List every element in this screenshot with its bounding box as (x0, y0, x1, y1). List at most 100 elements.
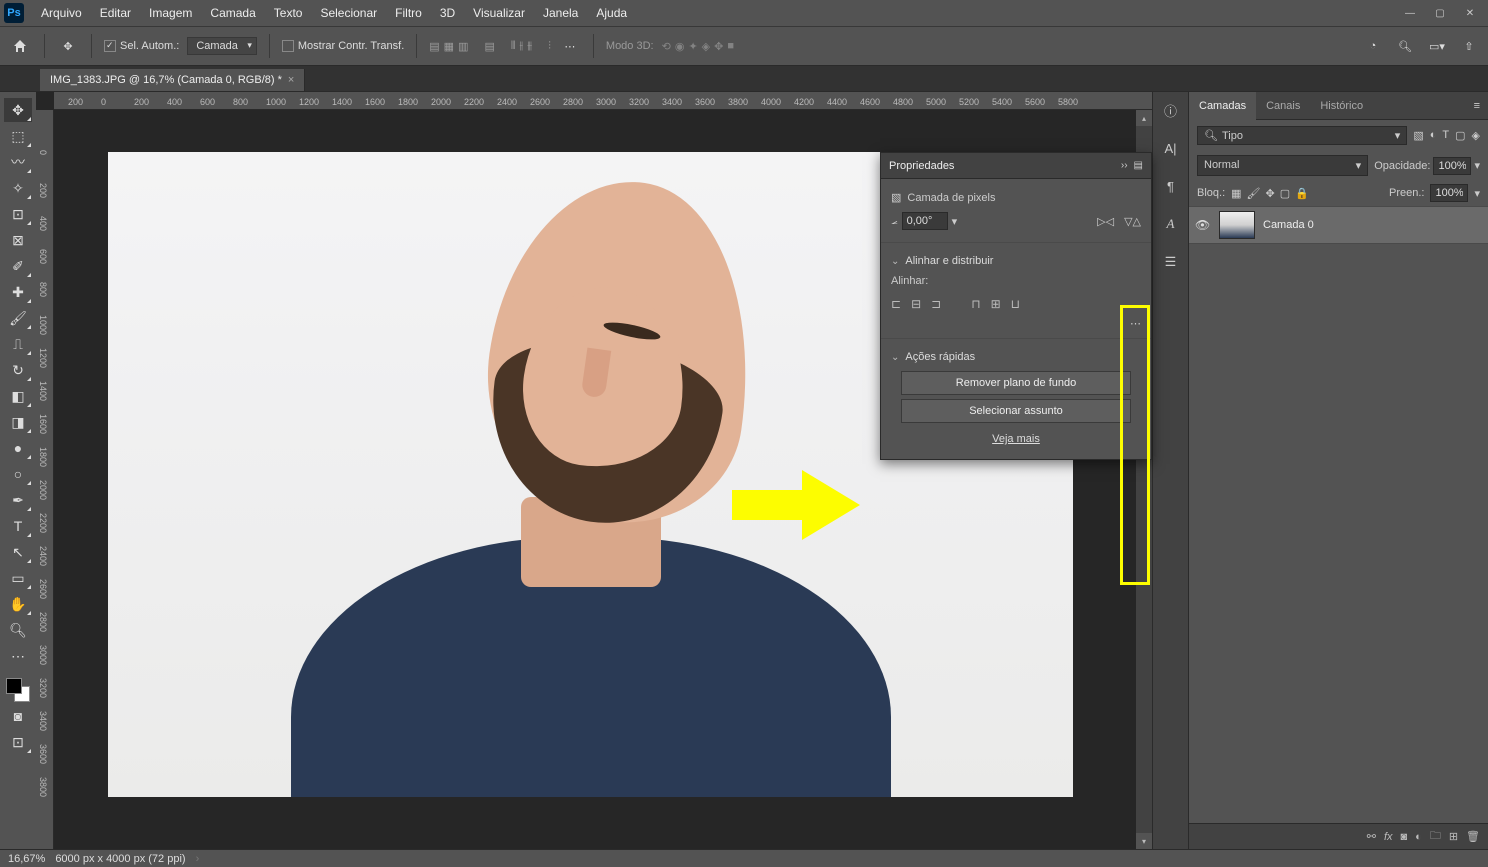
align-horizontal-centers-icon[interactable]: ⊟ (911, 297, 921, 311)
lock-position-icon[interactable]: ✥ (1266, 187, 1275, 200)
layer-filter-type-dropdown[interactable]: 🔍︎ Tipo ▾ (1197, 126, 1407, 145)
flip-vertical-icon[interactable]: ▽△ (1124, 215, 1141, 228)
window-minimize[interactable]: — (1396, 3, 1424, 23)
info-panel-icon[interactable]: ⓘ (1159, 98, 1183, 122)
search-icon[interactable]: 🔍︎ (1394, 35, 1416, 57)
new-layer-icon[interactable]: ⊞ (1449, 830, 1458, 843)
window-maximize[interactable]: ▢ (1426, 3, 1454, 23)
filter-pixel-icon[interactable]: ▧ (1413, 129, 1423, 142)
paragraph-panel-icon[interactable]: ¶ (1159, 174, 1183, 198)
align-section-header[interactable]: Alinhar e distribuir (891, 251, 1141, 271)
filter-adjustment-icon[interactable]: ◐ (1430, 129, 1437, 142)
scroll-up-arrow[interactable]: ▴ (1136, 110, 1152, 126)
layer-effects-icon[interactable]: fx (1384, 831, 1393, 843)
scroll-down-arrow[interactable]: ▾ (1136, 833, 1152, 849)
eraser-tool[interactable]: ◧ (4, 384, 32, 408)
align-vertical-centers-icon[interactable]: ⊞ (991, 297, 1001, 311)
home-button[interactable] (8, 34, 32, 58)
eyedropper-tool[interactable]: ✐ (4, 254, 32, 278)
layer-visibility-icon[interactable]: 👁 (1195, 218, 1211, 232)
vertical-ruler[interactable]: 0 200 400 600 800 1000 1200 1400 1600 18… (36, 110, 54, 849)
hand-tool[interactable]: ✋ (4, 592, 32, 616)
quick-actions-header[interactable]: Ações rápidas (891, 347, 1141, 367)
menu-image[interactable]: Imagem (140, 0, 201, 26)
channels-tab[interactable]: Canais (1256, 92, 1310, 120)
quick-mask-toggle[interactable]: ◙ (4, 704, 32, 728)
type-tool[interactable]: T (4, 514, 32, 538)
align-right-edges-icon[interactable]: ⊐ (931, 297, 941, 311)
new-fill-adjustment-icon[interactable]: ◐ (1415, 831, 1422, 843)
document-info[interactable]: 6000 px x 4000 px (72 ppi) (55, 853, 185, 865)
panel-layout-icon[interactable]: ▤ (1134, 160, 1143, 171)
blend-mode-dropdown[interactable]: Normal ▾ (1197, 155, 1368, 176)
filter-shape-icon[interactable]: ▢ (1455, 129, 1465, 142)
panel-menu-icon[interactable]: ≡ (1466, 100, 1488, 112)
layer-thumbnail[interactable] (1219, 211, 1255, 239)
cloud-user-icon[interactable]: ◔ (1362, 35, 1384, 57)
document-tab[interactable]: IMG_1383.JPG @ 16,7% (Camada 0, RGB/8) *… (40, 69, 305, 91)
character-panel-icon[interactable]: A| (1159, 136, 1183, 160)
adjustments-panel-icon[interactable]: ☰ (1159, 250, 1183, 274)
auto-select-checkbox[interactable]: Sel. Autom.: (104, 40, 179, 52)
link-layers-icon[interactable]: ⚯ (1367, 830, 1376, 843)
foreground-color-swatch[interactable] (6, 678, 22, 694)
edit-toolbar[interactable]: ⋯ (4, 644, 32, 668)
filter-smart-icon[interactable]: ◈ (1472, 129, 1480, 142)
properties-panel-header[interactable]: Propriedades ›› ▤ (881, 153, 1151, 179)
crop-tool[interactable]: ⊡ (4, 202, 32, 226)
menu-window[interactable]: Janela (534, 0, 587, 26)
layer-name[interactable]: Camada 0 (1263, 219, 1314, 231)
lock-artboard-icon[interactable]: ▢ (1280, 187, 1290, 200)
flip-horizontal-icon[interactable]: ▷◁ (1097, 215, 1114, 228)
align-top-edges-icon[interactable]: ⊓ (971, 297, 980, 311)
brush-tool[interactable]: 🖌 (4, 306, 32, 330)
menu-layer[interactable]: Camada (201, 0, 264, 26)
color-swatches[interactable] (6, 678, 30, 702)
angle-dropdown-icon[interactable]: ▾ (952, 215, 958, 228)
layer-row[interactable]: 👁 Camada 0 (1189, 206, 1488, 244)
menu-view[interactable]: Visualizar (464, 0, 534, 26)
blur-tool[interactable]: ● (4, 436, 32, 460)
zoom-level[interactable]: 16,67% (8, 853, 45, 865)
new-group-icon[interactable]: 🗀 (1430, 827, 1441, 846)
menu-select[interactable]: Selecionar (311, 0, 386, 26)
frame-tool[interactable]: ⊠ (4, 228, 32, 252)
menu-help[interactable]: Ajuda (587, 0, 636, 26)
filter-type-icon[interactable]: T (1442, 129, 1449, 142)
fill-flyout-icon[interactable]: ▾ (1474, 187, 1480, 200)
auto-select-mode-dropdown[interactable]: Camada (187, 37, 257, 55)
lasso-tool[interactable]: 〰 (4, 150, 32, 174)
gradient-tool[interactable]: ◨ (4, 410, 32, 434)
opacity-input[interactable] (1433, 157, 1471, 175)
fill-input[interactable] (1430, 184, 1468, 202)
menu-text[interactable]: Texto (265, 0, 312, 26)
menu-edit[interactable]: Editar (91, 0, 140, 26)
see-more-link[interactable]: Veja mais (891, 427, 1141, 451)
magic-wand-tool[interactable]: ✧ (4, 176, 32, 200)
opacity-flyout-icon[interactable]: ▾ (1474, 159, 1480, 172)
clone-stamp-tool[interactable]: ⎍ (4, 332, 32, 356)
more-options-icon[interactable]: ⋯ (559, 35, 581, 57)
healing-brush-tool[interactable]: ✚ (4, 280, 32, 304)
window-close[interactable]: ✕ (1456, 3, 1484, 23)
zoom-tool[interactable]: 🔍︎ (4, 618, 32, 642)
lock-transparent-icon[interactable]: ▦ (1231, 187, 1241, 200)
close-tab-icon[interactable]: × (288, 74, 294, 86)
align-bottom-edges-icon[interactable]: ⊔ (1011, 297, 1020, 311)
history-tab[interactable]: Histórico (1310, 92, 1373, 120)
menu-file[interactable]: Arquivo (32, 0, 91, 26)
lock-image-icon[interactable]: 🖌 (1247, 187, 1261, 200)
status-arrow-icon[interactable]: › (196, 853, 200, 865)
move-tool[interactable]: ✥ (4, 98, 32, 122)
workspace-icon[interactable]: ▭▾ (1426, 35, 1448, 57)
share-icon[interactable]: ⇧ (1458, 35, 1480, 57)
more-align-icon[interactable]: ⋯ (1130, 318, 1141, 330)
align-group[interactable]: ▤▦▥ ▤ ⫴⫲⫵ ⫶ (429, 40, 551, 53)
shape-tool[interactable]: ▭ (4, 566, 32, 590)
lock-all-icon[interactable]: 🔒 (1295, 187, 1309, 200)
align-left-edges-icon[interactable]: ⊏ (891, 297, 901, 311)
glyphs-panel-icon[interactable]: A (1159, 212, 1183, 236)
dodge-tool[interactable]: ○ (4, 462, 32, 486)
menu-3d[interactable]: 3D (431, 0, 464, 26)
select-subject-button[interactable]: Selecionar assunto (901, 399, 1131, 423)
